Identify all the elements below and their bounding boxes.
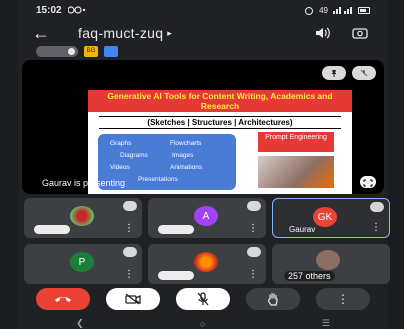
stage-controls — [322, 66, 376, 80]
avatar: A — [194, 206, 218, 226]
participant-tile-self[interactable]: GK Gaurav ⋮ — [272, 198, 390, 238]
mic-off-icon — [197, 292, 209, 306]
mic-toggle-button[interactable] — [176, 288, 230, 310]
participant-tile[interactable]: ⋮ — [24, 198, 142, 238]
status-bar: 15:02 49 — [18, 0, 388, 20]
slide-callout: Prompt Engineering — [258, 132, 334, 152]
badge-chip[interactable]: BG — [84, 46, 98, 57]
slide-item: Videos — [110, 164, 130, 171]
mute-status-chip — [34, 225, 70, 234]
fullscreen-button[interactable] — [360, 176, 376, 188]
avatar — [70, 206, 94, 226]
pin-icon — [332, 70, 336, 77]
back-arrow-icon[interactable]: ← — [32, 23, 56, 44]
fullscreen-icon — [363, 179, 373, 187]
notification-icon — [67, 6, 85, 14]
mute-status-chip — [158, 271, 194, 280]
status-time: 15:02 — [36, 4, 62, 16]
nav-back-icon[interactable]: ❮ — [76, 318, 84, 329]
system-nav-bar: ❮ ○ ☰ — [18, 318, 388, 329]
phone-hangup-icon — [55, 297, 71, 302]
end-call-button[interactable] — [36, 288, 90, 310]
presentation-stage[interactable]: Generative AI Tools for Content Writing,… — [22, 60, 384, 194]
meeting-code[interactable]: faq-muct-zuq — [78, 25, 163, 41]
more-options-icon[interactable]: ⋮ — [371, 223, 381, 233]
others-count: 257 others — [284, 271, 335, 281]
chevron-right-icon[interactable]: ▸ — [167, 28, 172, 39]
nav-recents-icon[interactable]: ☰ — [322, 318, 330, 329]
battery-icon — [358, 6, 370, 14]
mic-off-icon — [360, 69, 368, 77]
more-options-icon[interactable]: ⋮ — [248, 270, 258, 280]
signal-icon — [333, 7, 352, 14]
mic-off-icon — [370, 202, 384, 212]
camera-toggle-button[interactable] — [106, 288, 160, 310]
mic-off-icon — [247, 247, 261, 257]
camera-off-icon — [125, 293, 141, 305]
raise-hand-button[interactable] — [246, 288, 300, 310]
nav-home-icon[interactable]: ○ — [200, 319, 205, 329]
slide-screenshot-image — [258, 156, 334, 188]
more-options-button[interactable]: ⋮ — [316, 288, 370, 310]
toggle-chip[interactable] — [36, 46, 78, 57]
mute-status-chip — [158, 225, 194, 234]
network-speed: 49 — [319, 5, 328, 15]
participant-name: Gaurav — [289, 225, 316, 234]
slide-item: Diagrams — [120, 152, 148, 159]
mic-off-button[interactable] — [352, 66, 376, 80]
call-controls: ⋮ — [18, 288, 388, 314]
more-options-icon[interactable]: ⋮ — [124, 224, 134, 234]
pin-button[interactable] — [322, 66, 346, 80]
meet-screen: 15:02 49 ← faq-muct-zuq ▸ BG Generative … — [18, 0, 390, 329]
avatar: GK — [313, 207, 337, 227]
more-options-icon[interactable]: ⋮ — [248, 224, 258, 234]
avatar: P — [70, 252, 94, 272]
camera-flip-icon[interactable] — [352, 26, 368, 40]
share-chip[interactable] — [104, 46, 118, 57]
avatar — [316, 250, 340, 270]
participant-tile[interactable]: P ⋮ — [24, 244, 142, 284]
participant-tile[interactable]: A ⋮ — [148, 198, 266, 238]
presenting-label: Gaurav is presenting — [42, 178, 126, 188]
slide-item: Graphs — [110, 140, 132, 147]
effects-chips: BG — [36, 46, 118, 57]
more-options-icon[interactable]: ⋮ — [124, 270, 134, 280]
alarm-icon — [305, 6, 314, 15]
more-vert-icon: ⋮ — [337, 292, 349, 306]
slide-item: Flowcharts — [170, 140, 202, 147]
hand-icon — [267, 292, 278, 306]
mic-off-icon — [123, 247, 137, 257]
participant-tile[interactable]: ⋮ — [148, 244, 266, 284]
slide-item: Animations — [170, 164, 203, 171]
slide-title: Generative AI Tools for Content Writing,… — [88, 90, 352, 112]
others-tile[interactable]: 257 others — [272, 244, 390, 284]
slide-item: Images — [172, 152, 194, 159]
shared-slide: Generative AI Tools for Content Writing,… — [88, 90, 352, 194]
mic-off-icon — [123, 201, 137, 211]
call-header: ← faq-muct-zuq ▸ — [18, 22, 388, 44]
slide-subtitle: (Sketches | Structures | Architectures) — [98, 116, 342, 129]
slide-item: Presentations — [138, 176, 178, 183]
avatar — [194, 252, 218, 272]
mic-off-icon — [247, 201, 261, 211]
speaker-icon[interactable] — [314, 26, 330, 40]
